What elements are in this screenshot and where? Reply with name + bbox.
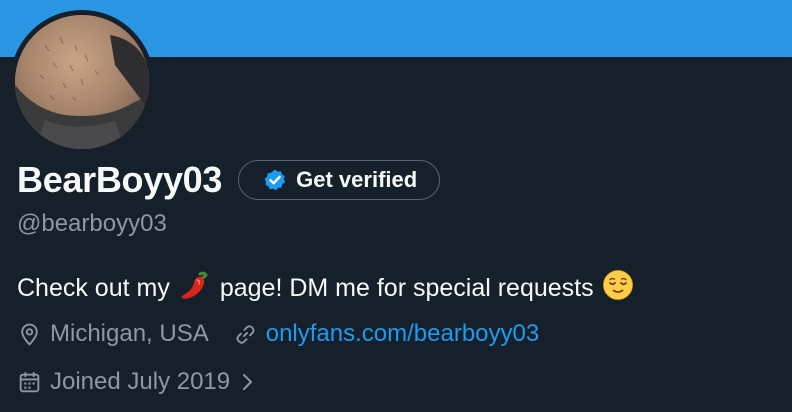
avatar-photo [15, 15, 149, 149]
relieved-face-emoji [602, 269, 634, 308]
display-name: BearBoyy03 [17, 159, 223, 200]
hot-pepper-emoji [178, 268, 212, 309]
joined-text: Joined July 2019 [50, 368, 231, 395]
location-pin-icon [17, 322, 42, 347]
profile-joined[interactable]: Joined July 2019 [17, 366, 256, 398]
calendar-icon [17, 370, 42, 395]
link-icon [233, 322, 258, 347]
get-verified-label: Get verified [296, 167, 418, 192]
name-row: BearBoyy03 Get verified [17, 157, 441, 203]
profile-website[interactable]: onlyfans.com/bearboyy03 [233, 320, 540, 348]
get-verified-button[interactable]: Get verified [238, 160, 441, 200]
bio-text-start: Check out my [17, 274, 170, 302]
profile-location: Michigan, USA [17, 320, 209, 348]
website-link[interactable]: onlyfans.com/bearboyy03 [266, 320, 540, 348]
profile-meta: Michigan, USA onlyfans.com/bearboyy03 [17, 318, 539, 350]
chevron-right-icon[interactable] [238, 371, 256, 393]
location-text: Michigan, USA [50, 320, 209, 347]
profile-bio: Check out my page! DM me for special req… [17, 268, 642, 309]
profile-handle: @bearboyy03 [17, 210, 167, 237]
bio-text-end: page! DM me for special requests [219, 274, 594, 302]
avatar[interactable] [10, 10, 154, 154]
verified-badge-icon [263, 168, 287, 192]
